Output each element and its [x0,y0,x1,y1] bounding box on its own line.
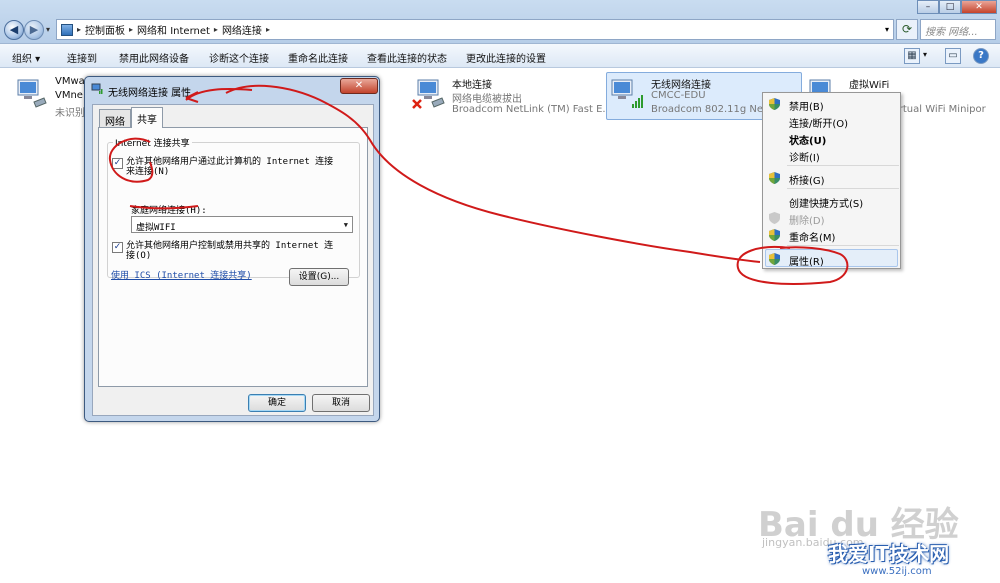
dialog-close-button[interactable]: ✕ [340,78,378,94]
breadcrumb-network-internet[interactable]: 网络和 Internet [137,22,210,37]
breadcrumb-network-connections[interactable]: 网络连接 [222,22,262,37]
connection-device: Broadcom NetLink (TM) Fast E... [452,104,612,115]
connection-status: 网络电缆被拔出 [452,94,522,105]
allow-sharing-label-cont: 来连接(N) [126,167,170,177]
connection-name: 无线网络连接 [651,80,711,91]
back-button[interactable]: ◀ [4,20,24,40]
menu-separator [787,165,899,166]
watermark-site: 我爱IT技术网 [828,542,950,566]
menu-item-disable[interactable]: 禁用(B) [789,98,824,113]
preview-pane-icon[interactable]: ▭ [945,48,961,64]
disable-device-button[interactable]: 禁用此网络设备 [119,50,189,65]
wireless-icon [91,83,103,94]
breadcrumb-separator: ▸ [129,25,134,34]
allow-sharing-checkbox[interactable]: ✓ [112,158,123,169]
connect-to-button[interactable]: 连接到 [67,50,97,65]
menu-item-status[interactable]: 状态(U) [789,132,826,147]
view-dropdown-icon[interactable]: ▾ [923,50,927,59]
home-network-label: 家庭网络连接(H): [131,206,207,216]
menu-item-create-shortcut[interactable]: 创建快捷方式(S) [789,195,863,210]
uac-shield-icon [769,229,780,241]
address-dropdown-icon[interactable]: ▾ [885,25,889,34]
connection-device: Broadcom 802.11g Netw [651,104,776,115]
menu-item-bridge[interactable]: 桥接(G) [789,172,825,187]
close-window-button[interactable]: ✕ [961,0,997,14]
control-panel-icon [61,23,73,36]
uac-shield-icon [769,212,780,224]
menu-hover-highlight [765,249,898,267]
dialog-body: 网络 共享 Internet 连接共享 ✓ 允许其他网络用户通过此计算机的 In… [92,104,374,416]
search-input[interactable]: 搜索 网络... [920,19,996,40]
minimize-button[interactable]: – [917,0,939,14]
help-icon[interactable]: ? [973,48,989,64]
menu-separator [787,245,899,246]
network-adapter-disconnected-icon [412,79,445,109]
network-adapter-icon [17,79,47,108]
connection-ssid: CMCC-EDU [651,90,706,101]
connection-status: 未识别 [55,108,85,119]
history-dropdown-icon[interactable]: ▾ [46,25,50,34]
watermark-site-url: www.52ij.com [862,566,932,577]
allow-sharing-label: 允许其他网络用户通过此计算机的 Internet 连接 [126,157,334,167]
ics-group-label: Internet 连接共享 [113,136,192,149]
settings-button[interactable]: 设置(G)... [289,268,349,286]
properties-dialog: 无线网络连接 属性 ✕ 网络 共享 Internet 连接共享 ✓ 允许其他网络… [84,76,380,422]
dialog-title: 无线网络连接 属性 [108,88,192,99]
tab-sharing[interactable]: 共享 [131,107,163,128]
ok-button[interactable]: 确定 [248,394,306,412]
home-network-value: 虚拟WIFI [136,223,176,233]
home-network-select[interactable]: 虚拟WIFI ▼ [131,216,353,233]
uac-shield-icon [769,98,780,110]
address-bar: ◀ ▶ ▾ ▸ 控制面板 ▸ 网络和 Internet ▸ 网络连接 ▸ ▾ ⟳… [0,0,1000,44]
breadcrumb-separator: ▸ [213,25,218,34]
command-bar: 组织 ▾ 连接到 禁用此网络设备 诊断这个连接 重命名此连接 查看此连接的状态 … [0,44,1000,68]
menu-item-diagnose[interactable]: 诊断(I) [789,149,820,164]
ics-help-link[interactable]: 使用 ICS (Internet 连接共享) [111,268,252,281]
connection-device: VMne [55,90,83,101]
connection-device: irtual WiFi Minipor [896,104,986,115]
context-menu: 禁用(B) 连接/断开(O) 状态(U) 诊断(I) 桥接(G) 创建快捷方式(… [762,92,901,269]
forward-button[interactable]: ▶ [24,20,44,40]
menu-item-connect-disconnect[interactable]: 连接/断开(O) [789,115,848,130]
sharing-panel: Internet 连接共享 ✓ 允许其他网络用户通过此计算机的 Internet… [98,127,368,387]
menu-item-rename[interactable]: 重命名(M) [789,229,835,244]
maximize-button[interactable]: □ [939,0,961,14]
wireless-adapter-icon [611,79,643,108]
diagnose-button[interactable]: 诊断这个连接 [209,50,269,65]
chevron-down-icon: ▼ [343,221,348,229]
view-status-button[interactable]: 查看此连接的状态 [367,50,447,65]
connection-name: 虚拟WiFi [849,80,890,91]
view-options-icon[interactable]: ▦ [904,48,920,64]
breadcrumb-control-panel[interactable]: 控制面板 [85,22,125,37]
rename-button[interactable]: 重命名此连接 [288,50,348,65]
connection-name: VMwa [55,76,85,87]
refresh-button[interactable]: ⟳ [896,19,918,40]
menu-separator [787,188,899,189]
allow-control-label-cont: 接(O) [126,251,152,261]
breadcrumb-separator: ▸ [77,25,82,34]
breadcrumb[interactable]: ▸ 控制面板 ▸ 网络和 Internet ▸ 网络连接 ▸ ▾ [56,19,894,40]
cancel-button[interactable]: 取消 [312,394,370,412]
breadcrumb-separator: ▸ [265,25,270,34]
connection-name: 本地连接 [452,80,492,91]
menu-item-delete: 删除(D) [789,216,825,227]
uac-shield-icon [769,172,780,184]
menu-item-properties[interactable]: 属性(R) [789,253,824,268]
allow-control-label: 允许其他网络用户控制或禁用共享的 Internet 连 [126,241,334,251]
change-settings-button[interactable]: 更改此连接的设置 [466,50,546,65]
uac-shield-icon [769,253,780,265]
organize-menu[interactable]: 组织 ▾ [12,50,40,65]
allow-control-checkbox[interactable]: ✓ [112,242,123,253]
tab-network[interactable]: 网络 [99,109,131,128]
